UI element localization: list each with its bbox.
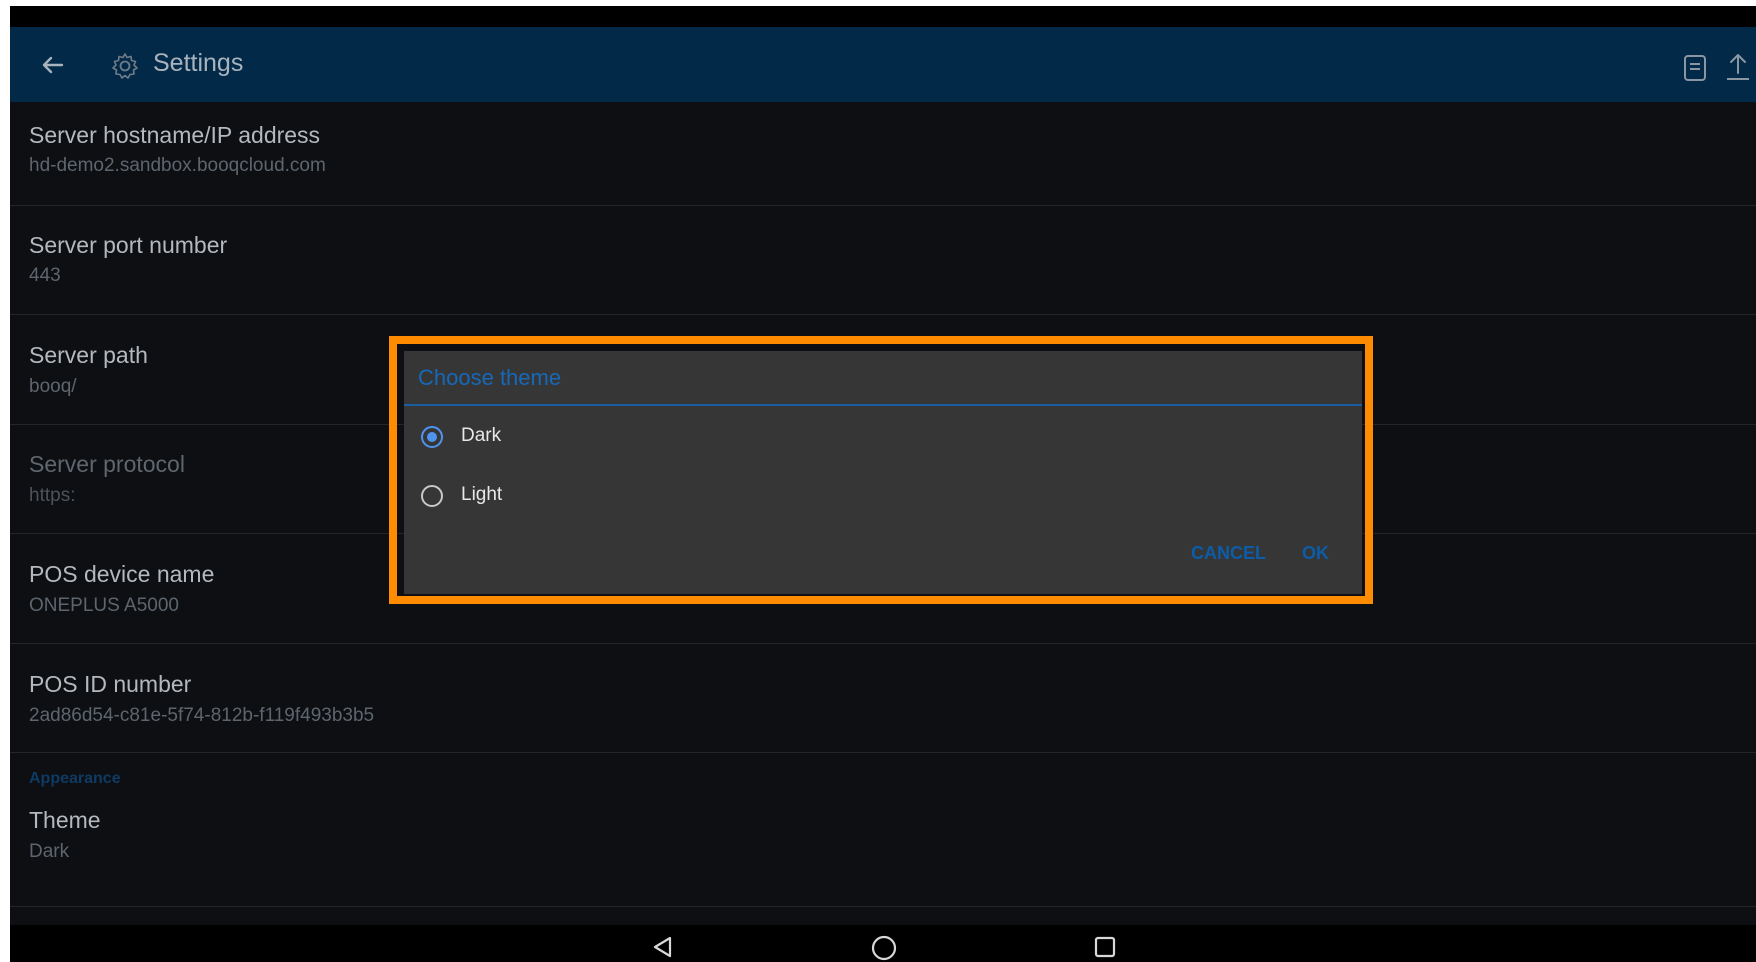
pref-summary: booq/ [29, 376, 77, 397]
pref-title: Theme [29, 807, 101, 833]
pref-title: Server hostname/IP address [29, 122, 321, 148]
theme-option-dark[interactable]: Dark [421, 418, 1341, 458]
nav-home-icon[interactable] [870, 934, 898, 962]
pref-theme[interactable]: Theme Dark [10, 793, 1756, 907]
status-bar [10, 6, 1756, 27]
dialog-divider [404, 404, 1362, 406]
radio-dot [427, 432, 437, 442]
navigation-bar [10, 925, 1756, 962]
gear-icon [112, 53, 138, 79]
document-icon[interactable] [1682, 53, 1708, 83]
pref-title: Server protocol [29, 451, 185, 477]
pref-summary: 443 [29, 265, 61, 286]
cancel-button[interactable]: CANCEL [1191, 543, 1266, 564]
pref-title: Server port number [29, 232, 228, 258]
section-header-appearance: Appearance [29, 770, 121, 787]
app-bar: Settings [10, 27, 1756, 102]
upload-icon[interactable] [1724, 51, 1752, 83]
pref-title: POS ID number [29, 671, 192, 697]
option-label: Dark [461, 425, 502, 446]
pref-summary: Dark [29, 841, 70, 862]
nav-recents-icon[interactable] [1093, 935, 1117, 959]
radio-button-checked[interactable] [421, 426, 443, 448]
pref-title: POS device name [29, 561, 215, 587]
theme-option-light[interactable]: Light [421, 477, 1341, 517]
pref-server-hostname[interactable]: Server hostname/IP address hd-demo2.sand… [10, 102, 1756, 206]
pref-summary: ONEPLUS A5000 [29, 595, 179, 616]
nav-back-icon[interactable] [650, 934, 676, 960]
pref-pos-id-number[interactable]: POS ID number 2ad86d54-c81e-5f74-812b-f1… [10, 643, 1756, 753]
radio-button-unchecked[interactable] [421, 485, 443, 507]
option-label: Light [461, 484, 503, 505]
pref-title: Server path [29, 342, 148, 368]
pref-summary: 2ad86d54-c81e-5f74-812b-f119f493b3b5 [29, 705, 375, 726]
ok-button[interactable]: OK [1302, 543, 1329, 564]
pref-summary: hd-demo2.sandbox.booqcloud.com [29, 155, 326, 176]
page-title: Settings [153, 49, 244, 77]
pref-server-port[interactable]: Server port number 443 [10, 205, 1756, 315]
choose-theme-dialog: Choose theme Dark Light CANCEL OK [404, 351, 1362, 594]
back-arrow-icon[interactable] [36, 49, 68, 81]
pref-summary: https: [29, 485, 76, 506]
dialog-title: Choose theme [418, 365, 562, 390]
